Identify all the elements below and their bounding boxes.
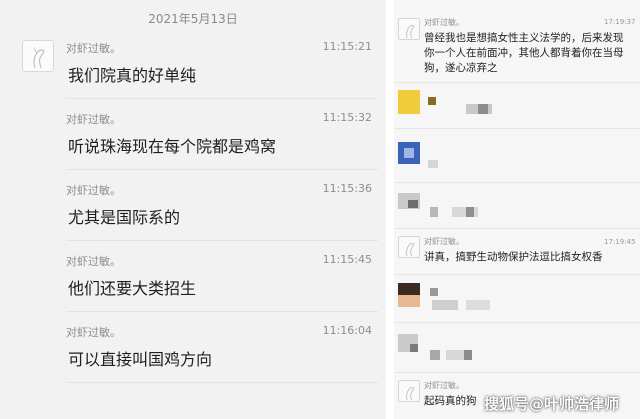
avatar[interactable]: [22, 40, 54, 72]
blurred-content: [466, 300, 490, 310]
message-time: 11:15:45: [322, 253, 372, 266]
blurred-content: [464, 350, 472, 360]
avatar[interactable]: [398, 380, 420, 402]
message-sender: 对虾过敏。: [66, 113, 121, 126]
divider: [66, 98, 378, 99]
divider: [394, 274, 640, 275]
panel-gap: [386, 0, 394, 419]
chat-panel-left: 2021年5月13日 对虾过敏。 11:15:21 我们院真的好单纯 对虾过敏。…: [0, 0, 386, 419]
divider: [394, 182, 640, 183]
message-sender: 对虾过敏。: [66, 255, 121, 268]
message-text: 尤其是国际系的: [68, 208, 181, 227]
divider: [66, 311, 378, 312]
message-time: 11:15:36: [322, 182, 372, 195]
message-sender: 对虾过敏。: [66, 184, 121, 197]
divider: [394, 322, 640, 323]
chat-panel-right: 对虾过敏。 17:19:37 曾经我也是想搞女性主义法学的，后来发现你一个人在前…: [394, 0, 640, 419]
message-time: 17:19:37: [604, 18, 636, 26]
blurred-avatar: [398, 283, 420, 295]
blurred-avatar: [410, 344, 418, 352]
divider: [394, 128, 640, 129]
blurred-content: [466, 207, 474, 217]
message-sender: 对虾过敏。: [424, 237, 464, 246]
message-time: 11:15:21: [322, 40, 372, 53]
chat-message: 对虾过敏。 11:15:21 我们院真的好单纯: [66, 40, 378, 110]
chat-message: 对虾过敏。 11:15:36 尤其是国际系的: [66, 182, 378, 252]
sketch-avatar-icon: [406, 386, 415, 401]
blurred-content: [428, 160, 438, 168]
message-sender: 对虾过敏。: [66, 42, 121, 55]
divider: [394, 372, 640, 373]
message-text: 可以直接叫国鸡方向: [68, 350, 213, 369]
message-sender: 对虾过敏。: [66, 326, 121, 339]
blurred-content: [428, 97, 436, 105]
message-time: 11:15:32: [322, 111, 372, 124]
blurred-avatar: [398, 90, 420, 114]
message-text: 他们还要大类招生: [68, 279, 197, 298]
message-time: 17:19:45: [604, 238, 636, 246]
message-text: 听说珠海现在每个院都是鸡窝: [68, 137, 277, 156]
blurred-content: [430, 350, 440, 360]
blurred-content: [430, 207, 438, 217]
divider: [66, 169, 378, 170]
blurred-avatar: [408, 200, 418, 208]
message-text: 讲真，搞野生动物保护法逗比搞女权香: [424, 251, 603, 263]
message-text: 我们院真的好单纯: [68, 66, 197, 85]
blurred-content: [478, 104, 488, 114]
chat-message: 对虾过敏。 11:15:45 他们还要大类招生: [66, 253, 378, 323]
blurred-avatar: [398, 295, 420, 307]
message-sender: 对虾过敏。: [424, 381, 464, 390]
message-text: 起码真的狗: [424, 395, 477, 407]
sketch-avatar-icon: [406, 24, 415, 39]
avatar[interactable]: [398, 236, 420, 258]
blurred-content: [430, 288, 438, 296]
chat-message: 对虾过敏。 11:16:04 可以直接叫国鸡方向: [66, 324, 378, 394]
sketch-avatar-icon: [33, 46, 45, 69]
divider: [394, 82, 640, 83]
watermark-text: 搜狐号@叶帅浩律师: [484, 395, 620, 413]
message-sender: 对虾过敏。: [424, 18, 464, 27]
blurred-content: [452, 207, 478, 217]
chat-message: 对虾过敏。 11:15:32 听说珠海现在每个院都是鸡窝: [66, 111, 378, 181]
blurred-content: [432, 300, 458, 310]
blurred-avatar: [404, 148, 414, 158]
divider: [66, 382, 378, 383]
sketch-avatar-icon: [406, 242, 415, 257]
message-time: 11:16:04: [322, 324, 372, 337]
divider: [394, 228, 640, 229]
avatar[interactable]: [398, 18, 420, 40]
divider: [66, 240, 378, 241]
date-separator: 2021年5月13日: [148, 12, 238, 26]
message-text: 曾经我也是想搞女性主义法学的，后来发现你一个人在前面冲，其他人都背着你在当母狗，…: [424, 32, 624, 74]
